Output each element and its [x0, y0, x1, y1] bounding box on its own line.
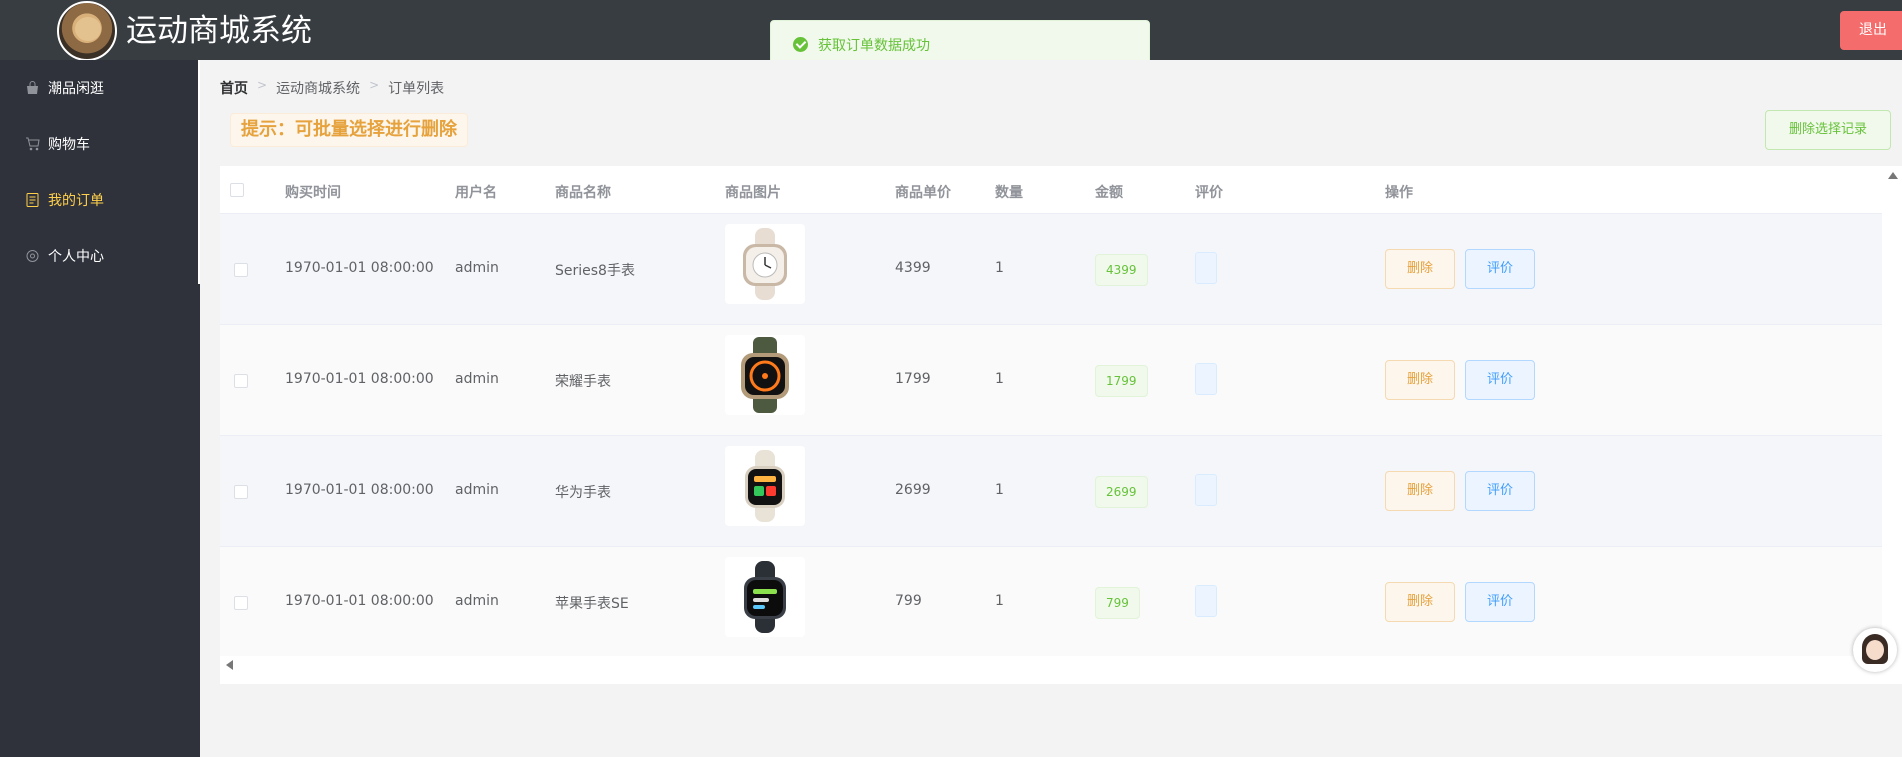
app-title: 运动商城系统 [126, 13, 312, 49]
delete-button[interactable]: 删除 [1385, 360, 1455, 400]
column-header: 金额 [1095, 185, 1123, 201]
column-header: 数量 [995, 185, 1023, 201]
sidebar-item-label: 潮品闲逛 [48, 81, 104, 97]
orange-ultra-watch-image [725, 335, 805, 415]
username: admin [455, 482, 499, 498]
chevron-right-icon: > [369, 78, 380, 92]
customer-service-avatar[interactable] [1853, 628, 1897, 672]
username: admin [455, 260, 499, 276]
table-row: 1970-01-01 08:00:00 admin Series8手表 4399… [220, 214, 1882, 325]
row-checkbox[interactable] [234, 596, 248, 610]
quantity: 1 [995, 593, 1004, 609]
rating-tag [1195, 474, 1217, 506]
product-name: 荣耀手表 [555, 374, 611, 390]
sidebar-item-orders[interactable]: 我的订单 [0, 172, 200, 228]
unit-price: 2699 [895, 482, 931, 498]
table-row: 1970-01-01 08:00:00 admin 苹果手表SE 799 1 7… [220, 547, 1882, 658]
purchase-time: 1970-01-01 08:00:00 [285, 593, 434, 609]
scroll-up-arrow-icon[interactable] [1888, 172, 1898, 179]
amount-tag: 2699 [1095, 476, 1148, 508]
product-name: Series8手表 [555, 263, 635, 279]
column-header: 商品名称 [555, 185, 611, 201]
rating-tag [1195, 585, 1217, 617]
sidebar: 潮品闲逛 购物车 我的订单 个人中心 [0, 60, 200, 757]
cart-icon [26, 137, 40, 151]
purchase-time: 1970-01-01 08:00:00 [285, 482, 434, 498]
logo-avatar [57, 1, 117, 61]
quantity: 1 [995, 482, 1004, 498]
sidebar-item-label: 个人中心 [48, 249, 104, 265]
sidebar-item-browse[interactable]: 潮品闲逛 [0, 60, 200, 116]
row-checkbox[interactable] [234, 374, 248, 388]
username: admin [455, 593, 499, 609]
breadcrumb-current: 订单列表 [388, 81, 445, 97]
amount-tag: 4399 [1095, 254, 1148, 286]
orders-table: 购买时间 用户名 商品名称 商品图片 商品单价 数量 金额 评价 操作 1970… [220, 166, 1902, 684]
delete-button[interactable]: 删除 [1385, 471, 1455, 511]
table-row: 1970-01-01 08:00:00 admin 荣耀手表 1799 1 17… [220, 325, 1882, 436]
document-icon [26, 193, 39, 207]
sidebar-item-cart[interactable]: 购物车 [0, 116, 200, 172]
rating-tag [1195, 252, 1217, 284]
unit-price: 1799 [895, 371, 931, 387]
cream-watch-image [725, 446, 805, 526]
scroll-left-arrow-icon[interactable] [226, 660, 233, 670]
table-row: 1970-01-01 08:00:00 admin 华为手表 2699 1 26… [220, 436, 1882, 547]
breadcrumb: 首页 > 运动商城系统 > 订单列表 [220, 78, 444, 98]
midnight-watch-image [725, 557, 805, 637]
batch-delete-button[interactable]: 删除选择记录 [1765, 110, 1891, 150]
success-check-icon [793, 37, 808, 52]
column-header: 商品图片 [725, 185, 781, 201]
breadcrumb-system: 运动商城系统 [276, 81, 361, 97]
purchase-time: 1970-01-01 08:00:00 [285, 260, 434, 276]
sidebar-item-label: 购物车 [48, 137, 90, 153]
rate-button[interactable]: 评价 [1465, 582, 1535, 622]
breadcrumb-home[interactable]: 首页 [220, 78, 248, 98]
rating-tag [1195, 363, 1217, 395]
select-all-checkbox[interactable] [230, 183, 244, 197]
row-checkbox[interactable] [234, 485, 248, 499]
table-header: 购买时间 用户名 商品名称 商品图片 商品单价 数量 金额 评价 操作 [220, 166, 1882, 214]
gear-icon [26, 250, 39, 262]
rate-button[interactable]: 评价 [1465, 360, 1535, 400]
quantity: 1 [995, 371, 1004, 387]
row-checkbox[interactable] [234, 263, 248, 277]
horizontal-scrollbar[interactable] [220, 656, 1882, 672]
username: admin [455, 371, 499, 387]
unit-price: 4399 [895, 260, 931, 276]
purchase-time: 1970-01-01 08:00:00 [285, 371, 434, 387]
product-name: 苹果手表SE [555, 596, 629, 612]
quantity: 1 [995, 260, 1004, 276]
column-header: 操作 [1385, 185, 1413, 201]
product-name: 华为手表 [555, 485, 611, 501]
amount-tag: 799 [1095, 587, 1140, 619]
delete-button[interactable]: 删除 [1385, 582, 1455, 622]
bag-icon [27, 81, 38, 94]
rate-button[interactable]: 评价 [1465, 471, 1535, 511]
batch-delete-tip: 提示：可批量选择进行删除 [230, 113, 468, 147]
sidebar-item-label: 我的订单 [48, 193, 104, 209]
column-header: 用户名 [455, 185, 497, 201]
main-content: 首页 > 运动商城系统 > 订单列表 提示：可批量选择进行删除 删除选择记录 购… [200, 60, 1902, 757]
unit-price: 799 [895, 593, 922, 609]
starlight-watch-image [725, 224, 805, 304]
column-header: 商品单价 [895, 185, 951, 201]
amount-tag: 1799 [1095, 365, 1148, 397]
logout-button[interactable]: 退出 [1840, 11, 1902, 50]
toast-message: 获取订单数据成功 [818, 38, 930, 54]
column-header: 评价 [1195, 185, 1223, 201]
sidebar-item-profile[interactable]: 个人中心 [0, 228, 200, 284]
chevron-right-icon: > [257, 78, 268, 92]
rate-button[interactable]: 评价 [1465, 249, 1535, 289]
column-header: 购买时间 [285, 185, 341, 201]
delete-button[interactable]: 删除 [1385, 249, 1455, 289]
